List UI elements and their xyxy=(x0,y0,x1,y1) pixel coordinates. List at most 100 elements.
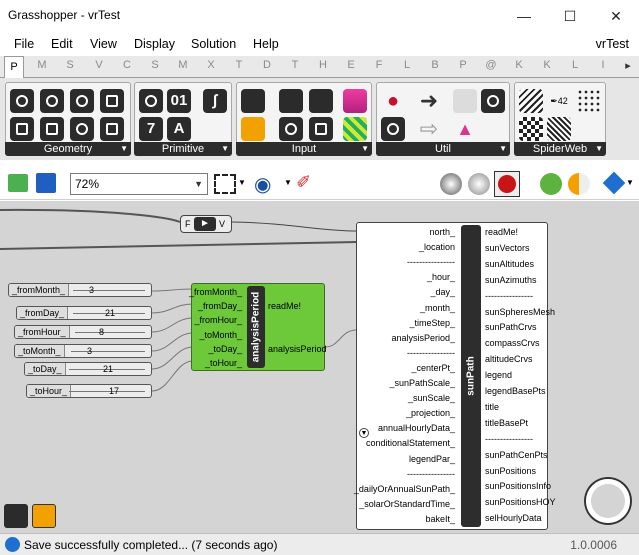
sketch-icon[interactable]: ✐ xyxy=(296,172,311,193)
geometry-icon-3[interactable] xyxy=(70,89,94,113)
sunpath-output[interactable]: sunVectors xyxy=(485,243,530,253)
sunpath-input[interactable]: _sunPathScale_ xyxy=(389,378,455,388)
tab-mesh[interactable]: M xyxy=(173,59,193,71)
sunpath-output[interactable]: sunAzimuths xyxy=(485,275,537,285)
tab-f[interactable]: F xyxy=(369,59,389,71)
geometry-icon-7[interactable] xyxy=(70,117,94,141)
input-from-hour[interactable]: _fromHour_ xyxy=(194,315,242,325)
geometry-icon-1[interactable] xyxy=(10,89,34,113)
group-expand-icon[interactable]: ▼ xyxy=(361,142,369,156)
preview-settings-icon[interactable] xyxy=(568,173,590,195)
sunpath-output[interactable]: sunPositionsHOY xyxy=(485,497,556,507)
tab-at[interactable]: @ xyxy=(481,59,501,71)
sunpath-output[interactable]: sunPathCrvs xyxy=(485,322,537,332)
tab-sets[interactable]: S xyxy=(60,59,80,71)
input-icon-4[interactable] xyxy=(343,89,367,113)
chevron-down-icon[interactable]: ▼ xyxy=(238,178,246,187)
sunpath-input[interactable]: annualHourlyData_ xyxy=(378,423,455,433)
tab-k2[interactable]: K xyxy=(537,59,557,71)
maximize-button[interactable]: ☐ xyxy=(547,0,593,32)
geometry-icon-2[interactable] xyxy=(40,89,64,113)
tabs-more-icon[interactable]: ▸ xyxy=(618,59,638,72)
slider-from-day[interactable]: _fromDay_ 21 xyxy=(16,306,152,320)
canvas[interactable]: F ► V _fromMonth_ 3 _fromDay_ 21 _fromHo… xyxy=(0,201,639,533)
group-expand-icon[interactable]: ▼ xyxy=(120,142,128,156)
slider-tool-icon[interactable] xyxy=(241,117,265,141)
sunpath-output[interactable]: compassCrvs xyxy=(485,338,540,348)
arrow-outline-icon[interactable]: ⇨ xyxy=(417,117,441,141)
input-from-month[interactable]: _fromMonth_ xyxy=(189,287,242,297)
zoom-extents-icon[interactable] xyxy=(214,174,236,194)
tab-maths[interactable]: M xyxy=(32,59,52,71)
close-button[interactable]: ✕ xyxy=(593,0,639,32)
spiderweb-icon-5[interactable] xyxy=(547,117,571,141)
tab-b[interactable]: B xyxy=(425,59,445,71)
sunpath-input[interactable]: _month_ xyxy=(420,303,455,313)
slider-to-month[interactable]: _toMonth_ 3 xyxy=(14,344,152,358)
expand-arrow-icon[interactable]: ▼ xyxy=(359,428,369,438)
tab-t[interactable]: T xyxy=(285,59,305,71)
input-icon-7[interactable] xyxy=(309,117,333,141)
input-icon-3[interactable] xyxy=(309,89,333,113)
output-readme[interactable]: readMe! xyxy=(268,301,301,311)
tab-intersect[interactable]: X xyxy=(201,59,221,71)
slider-track[interactable] xyxy=(73,290,145,291)
tab-h[interactable]: H xyxy=(313,59,333,71)
spiderweb-icon-1[interactable] xyxy=(519,89,543,113)
sunpath-input[interactable]: _dailyOrAnnualSunPath_ xyxy=(354,484,455,494)
tab-e[interactable]: E xyxy=(341,59,361,71)
sunpath-output[interactable]: legend xyxy=(485,370,512,380)
primitive-icon-4[interactable]: 7 xyxy=(139,117,163,141)
spiderweb-icon-3[interactable] xyxy=(577,89,601,113)
bake-icon[interactable] xyxy=(602,171,626,195)
slider-from-month[interactable]: _fromMonth_ 3 xyxy=(8,283,152,297)
tab-vector[interactable]: V xyxy=(89,59,109,71)
spiderweb-icon-2[interactable]: ✒42 xyxy=(547,89,571,113)
menu-edit[interactable]: Edit xyxy=(51,37,73,51)
tab-k1[interactable]: K xyxy=(509,59,529,71)
menu-view[interactable]: View xyxy=(90,37,117,51)
tab-i[interactable]: I xyxy=(593,59,613,71)
util-icon-3[interactable] xyxy=(453,89,477,113)
slider-track[interactable] xyxy=(75,332,145,333)
canvas-slider-icon[interactable] xyxy=(32,504,56,528)
sunpath-output[interactable]: legendBasePts xyxy=(485,386,546,396)
analysis-period-component[interactable]: _fromMonth_ _fromDay_ _fromHour_ _toMont… xyxy=(189,283,327,371)
sunpath-output[interactable]: sunPositionsInfo xyxy=(485,481,551,491)
geometry-icon-8[interactable] xyxy=(100,117,124,141)
util-icon-4[interactable] xyxy=(481,89,505,113)
tab-surface[interactable]: S xyxy=(145,59,165,71)
eye-icon[interactable]: ◉ xyxy=(254,172,271,197)
sunpath-output[interactable]: sunPathCenPts xyxy=(485,450,548,460)
input-icon-1[interactable] xyxy=(241,89,265,113)
sunpath-output[interactable]: sunAltitudes xyxy=(485,259,534,269)
tab-transform[interactable]: T xyxy=(229,59,249,71)
menu-solution[interactable]: Solution xyxy=(191,37,236,51)
preview-mesh-icon[interactable] xyxy=(540,173,562,195)
slider-to-hour[interactable]: _toHour_ 17 xyxy=(26,384,152,398)
sunpath-input[interactable]: _solarOrStandardTime_ xyxy=(359,499,455,509)
tab-l2[interactable]: L xyxy=(565,59,585,71)
primitive-icon-5[interactable]: A xyxy=(167,117,191,141)
input-to-month[interactable]: _toMonth_ xyxy=(199,330,242,340)
sunpath-input[interactable]: _day_ xyxy=(430,287,455,297)
tab-display[interactable]: D xyxy=(257,59,277,71)
minimize-button[interactable]: — xyxy=(501,0,547,32)
group-expand-icon[interactable]: ▼ xyxy=(595,142,603,156)
chevron-down-icon[interactable]: ▼ xyxy=(626,178,634,187)
open-folder-icon[interactable] xyxy=(8,174,28,192)
flask-icon[interactable]: ▲ xyxy=(453,117,477,141)
sunpath-output[interactable]: sunPositions xyxy=(485,466,536,476)
sunpath-input[interactable]: legendPar_ xyxy=(409,454,455,464)
sunpath-output[interactable]: altitudeCrvs xyxy=(485,354,533,364)
sunpath-input[interactable]: north_ xyxy=(429,227,455,237)
group-expand-icon[interactable]: ▼ xyxy=(499,142,507,156)
sunpath-input[interactable]: _location xyxy=(419,242,455,252)
sunpath-output[interactable]: titleBasePt xyxy=(485,418,528,428)
tab-params[interactable]: P xyxy=(4,56,24,78)
tab-curve[interactable]: C xyxy=(117,59,137,71)
input-icon-6[interactable] xyxy=(279,117,303,141)
tab-l[interactable]: L xyxy=(397,59,417,71)
sunpath-input[interactable]: _sunScale_ xyxy=(408,393,455,403)
sunpath-input[interactable]: analysisPeriod_ xyxy=(391,333,455,343)
